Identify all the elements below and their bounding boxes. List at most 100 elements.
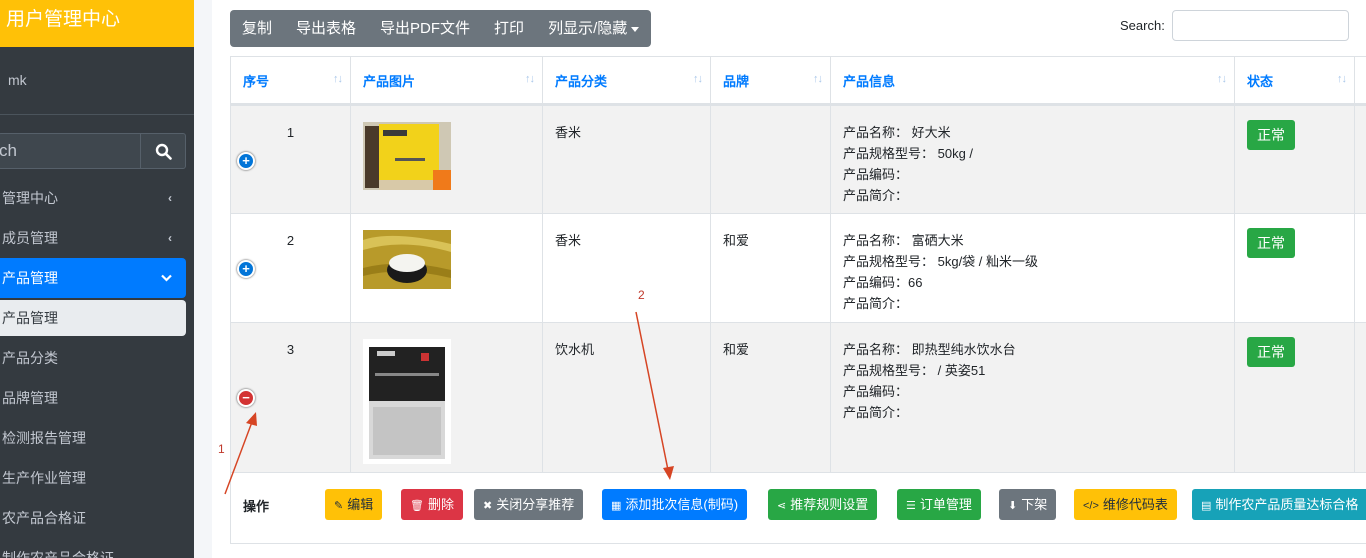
copy-button[interactable]: 复制 bbox=[230, 10, 284, 47]
sidebar-item-label: 制作农产品合格证 bbox=[2, 550, 114, 558]
sidebar-item-certificate[interactable]: 农产品合格证 bbox=[0, 498, 194, 538]
info-name: 产品名称： 富硒大米 bbox=[843, 233, 964, 248]
sidebar-item-product-manage[interactable]: 产品管理 bbox=[0, 300, 186, 336]
sidebar-item-members[interactable]: 成员管理 ‹ bbox=[0, 218, 194, 258]
sidebar-item-label: 检测报告管理 bbox=[2, 430, 86, 446]
header-info[interactable]: 产品信息 ↑↓ bbox=[830, 56, 1235, 106]
column-visibility-label: 列显示/隐藏 bbox=[548, 20, 628, 37]
sidebar-item-make-certificate[interactable]: 制作农产品合格证 bbox=[0, 538, 194, 558]
sidebar-item-admin-center[interactable]: 管理中心 ‹ bbox=[0, 178, 194, 218]
share-icon: ⋖ bbox=[777, 500, 787, 512]
sidebar-item-product-category[interactable]: 产品分类 bbox=[0, 338, 194, 378]
code-icon: </> bbox=[1083, 500, 1099, 512]
seq-value: 3 bbox=[286, 342, 295, 357]
orders-button[interactable]: ☰ 订单管理 bbox=[897, 489, 981, 520]
chevron-left-icon: ‹ bbox=[168, 191, 172, 205]
info-desc: 产品简介： bbox=[843, 188, 909, 203]
sort-icon: ↑↓ bbox=[1217, 73, 1227, 85]
user-name[interactable]: mk bbox=[0, 47, 194, 115]
sidebar-item-products[interactable]: 产品管理 bbox=[0, 258, 186, 298]
expand-row-icon[interactable]: + bbox=[237, 260, 255, 278]
info-desc: 产品简介： bbox=[843, 405, 909, 420]
sidebar-item-label: 成员管理 bbox=[2, 230, 58, 246]
cell-extra bbox=[1354, 213, 1366, 323]
sidebar-search-button[interactable] bbox=[140, 133, 186, 169]
header-image[interactable]: 产品图片 ↑↓ bbox=[350, 56, 543, 106]
recommend-rules-button[interactable]: ⋖ 推荐规则设置 bbox=[768, 489, 878, 520]
column-visibility-button[interactable]: 列显示/隐藏 bbox=[536, 10, 651, 47]
button-label: 删除 bbox=[427, 497, 454, 512]
table-row: 2 + 香米 和爱 产品名称： 富硒大米 产品规格型号： 5kg/袋 / 籼米一级… bbox=[230, 213, 1366, 323]
info-code: 产品编码：66 bbox=[843, 275, 923, 290]
table-toolbar: 复制 导出表格 导出PDF文件 打印 列显示/隐藏 bbox=[230, 10, 652, 47]
id-card-icon: ▤ bbox=[1201, 500, 1212, 512]
sort-icon: ↑↓ bbox=[1337, 73, 1347, 85]
sort-icon: ↑↓ bbox=[525, 73, 535, 85]
header-seq[interactable]: 序号 ↑↓ bbox=[230, 56, 351, 106]
sidebar-search-input[interactable] bbox=[0, 133, 140, 169]
header-label: 产品分类 bbox=[555, 73, 608, 89]
header-label: 序号 bbox=[243, 73, 270, 89]
sidebar-nav: 管理中心 ‹ 成员管理 ‹ 产品管理 产品管理 产品分类 品牌管理 检测报告管理 生… bbox=[0, 178, 194, 558]
make-certificate-button[interactable]: ▤ 制作农产品质量达标合格 bbox=[1192, 489, 1366, 520]
cell-image bbox=[350, 104, 543, 214]
header-status[interactable]: 状态 ↑↓ bbox=[1234, 56, 1355, 106]
delete-button[interactable]: 🗑 删除 bbox=[401, 489, 463, 520]
annotation-label-2: 2 bbox=[638, 288, 645, 302]
product-image[interactable] bbox=[363, 122, 451, 190]
info-desc: 产品简介： bbox=[843, 296, 909, 311]
export-excel-button[interactable]: 导出表格 bbox=[284, 10, 368, 47]
search-input[interactable] bbox=[1172, 10, 1349, 41]
brand-title[interactable]: 用户管理中心 bbox=[0, 0, 194, 47]
close-share-button[interactable]: ✖ 关闭分享推荐 bbox=[474, 489, 584, 520]
sort-icon: ↑↓ bbox=[693, 73, 703, 85]
product-image[interactable] bbox=[363, 230, 451, 289]
cell-image bbox=[350, 213, 543, 323]
seq-value: 2 bbox=[286, 233, 295, 248]
cell-info: 产品名称： 好大米 产品规格型号： 50kg / 产品编码： 产品简介： bbox=[830, 104, 1235, 214]
header-brand[interactable]: 品牌 ↑↓ bbox=[710, 56, 831, 106]
cell-status: 正常 bbox=[1234, 104, 1355, 214]
button-label: 编辑 bbox=[347, 497, 374, 512]
collapse-row-icon[interactable]: − bbox=[237, 389, 255, 407]
qrcode-icon: ▦ bbox=[611, 500, 622, 512]
cell-seq: 3− bbox=[230, 322, 351, 473]
cell-status: 正常 bbox=[1234, 322, 1355, 473]
search-label: Search: bbox=[1120, 18, 1165, 33]
edit-button[interactable]: ✎ 编辑 bbox=[325, 489, 383, 520]
export-pdf-button[interactable]: 导出PDF文件 bbox=[368, 10, 482, 47]
button-label: 下架 bbox=[1021, 497, 1048, 512]
cell-category: 饮水机 bbox=[542, 322, 711, 473]
delist-button[interactable]: ⬇ 下架 bbox=[999, 489, 1057, 520]
add-batch-button[interactable]: ▦ 添加批次信息(制码) bbox=[602, 489, 748, 520]
trash-icon: 🗑 bbox=[410, 500, 424, 512]
print-button[interactable]: 打印 bbox=[482, 10, 536, 47]
repair-codes-button[interactable]: </> 维修代码表 bbox=[1074, 489, 1177, 520]
sidebar-item-inspection[interactable]: 检测报告管理 bbox=[0, 418, 194, 458]
info-name: 产品名称： 好大米 bbox=[843, 125, 951, 140]
cell-info: 产品名称： 富硒大米 产品规格型号： 5kg/袋 / 籼米一级 产品编码：66 … bbox=[830, 213, 1235, 323]
sidebar: 用户管理中心 mk 管理中心 ‹ 成员管理 ‹ 产品管理 产品管理 产品分类 品牌管… bbox=[0, 0, 194, 558]
status-badge: 正常 bbox=[1247, 228, 1295, 258]
button-label: 添加批次信息(制码) bbox=[625, 497, 739, 512]
sidebar-item-brand[interactable]: 品牌管理 bbox=[0, 378, 194, 418]
status-badge: 正常 bbox=[1247, 337, 1295, 367]
annotation-label-1: 1 bbox=[218, 442, 225, 456]
row-actions: 操作 ✎ 编辑 🗑 删除 ✖ 关闭分享推荐 ▦ 添加批次信息(制码) ⋖ 推荐规则设置 ☰… bbox=[230, 472, 1366, 544]
header-category[interactable]: 产品分类 ↑↓ bbox=[542, 56, 711, 106]
chevron-left-icon: ‹ bbox=[168, 231, 172, 245]
cell-extra bbox=[1354, 104, 1366, 214]
cell-category: 香米 bbox=[542, 213, 711, 323]
sidebar-item-production[interactable]: 生产作业管理 bbox=[0, 458, 194, 498]
cell-image bbox=[350, 322, 543, 473]
product-image[interactable] bbox=[363, 339, 451, 464]
sidebar-item-label: 管理中心 bbox=[2, 190, 58, 206]
seq-value: 1 bbox=[286, 125, 295, 140]
expand-row-icon[interactable]: + bbox=[237, 152, 255, 170]
info-code: 产品编码： bbox=[843, 384, 909, 399]
cell-brand: 和爱 bbox=[710, 213, 831, 323]
content-gutter bbox=[194, 0, 212, 558]
sort-icon: ↑↓ bbox=[333, 73, 343, 85]
cell-seq: 1 + bbox=[230, 104, 351, 214]
cell-seq: 2 + bbox=[230, 213, 351, 323]
